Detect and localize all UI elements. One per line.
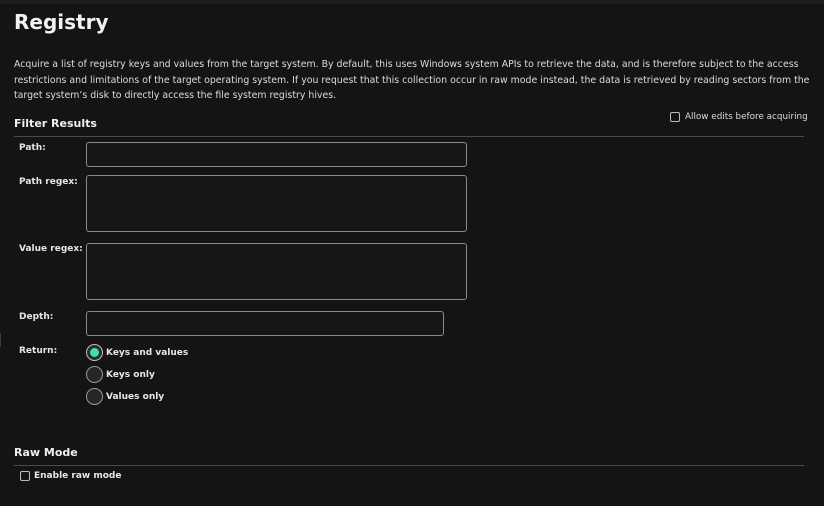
value-regex-label: Value regex: bbox=[19, 244, 83, 254]
depth-label: Depth: bbox=[19, 312, 54, 322]
enable-raw-mode-toggle[interactable]: Enable raw mode bbox=[20, 471, 121, 481]
return-option-keys-and-values[interactable]: Keys and values bbox=[86, 344, 188, 361]
radio-keys-only[interactable] bbox=[86, 366, 103, 383]
keys-only-label: Keys only bbox=[106, 369, 155, 380]
filter-results-divider bbox=[14, 136, 804, 137]
allow-edits-checkbox[interactable] bbox=[670, 112, 680, 122]
enable-raw-mode-checkbox[interactable] bbox=[20, 471, 30, 481]
left-edge-marker bbox=[0, 333, 1, 347]
path-input[interactable] bbox=[86, 142, 467, 167]
return-option-values-only[interactable]: Values only bbox=[86, 388, 164, 405]
top-shade bbox=[0, 0, 824, 4]
return-label: Return: bbox=[19, 346, 58, 356]
radio-values-only[interactable] bbox=[86, 388, 103, 405]
allow-edits-toggle[interactable]: Allow edits before acquiring bbox=[670, 112, 808, 122]
page-description: Acquire a list of registry keys and valu… bbox=[14, 59, 810, 101]
values-only-label: Values only bbox=[106, 391, 165, 402]
path-regex-textarea[interactable] bbox=[86, 175, 467, 232]
page-title: Registry bbox=[14, 10, 109, 34]
path-label: Path: bbox=[19, 143, 46, 153]
raw-mode-divider bbox=[14, 465, 804, 466]
registry-panel: Registry Acquire a list of registry keys… bbox=[0, 0, 824, 506]
depth-input[interactable] bbox=[86, 311, 444, 336]
value-regex-textarea[interactable] bbox=[86, 243, 467, 300]
filter-results-title: Filter Results bbox=[14, 117, 97, 130]
keys-and-values-label: Keys and values bbox=[106, 347, 189, 358]
raw-mode-title: Raw Mode bbox=[14, 446, 78, 459]
allow-edits-label: Allow edits before acquiring bbox=[685, 112, 808, 122]
radio-keys-and-values[interactable] bbox=[86, 344, 103, 361]
enable-raw-mode-label: Enable raw mode bbox=[34, 471, 122, 481]
path-regex-label: Path regex: bbox=[19, 177, 78, 187]
return-option-keys-only[interactable]: Keys only bbox=[86, 366, 155, 383]
